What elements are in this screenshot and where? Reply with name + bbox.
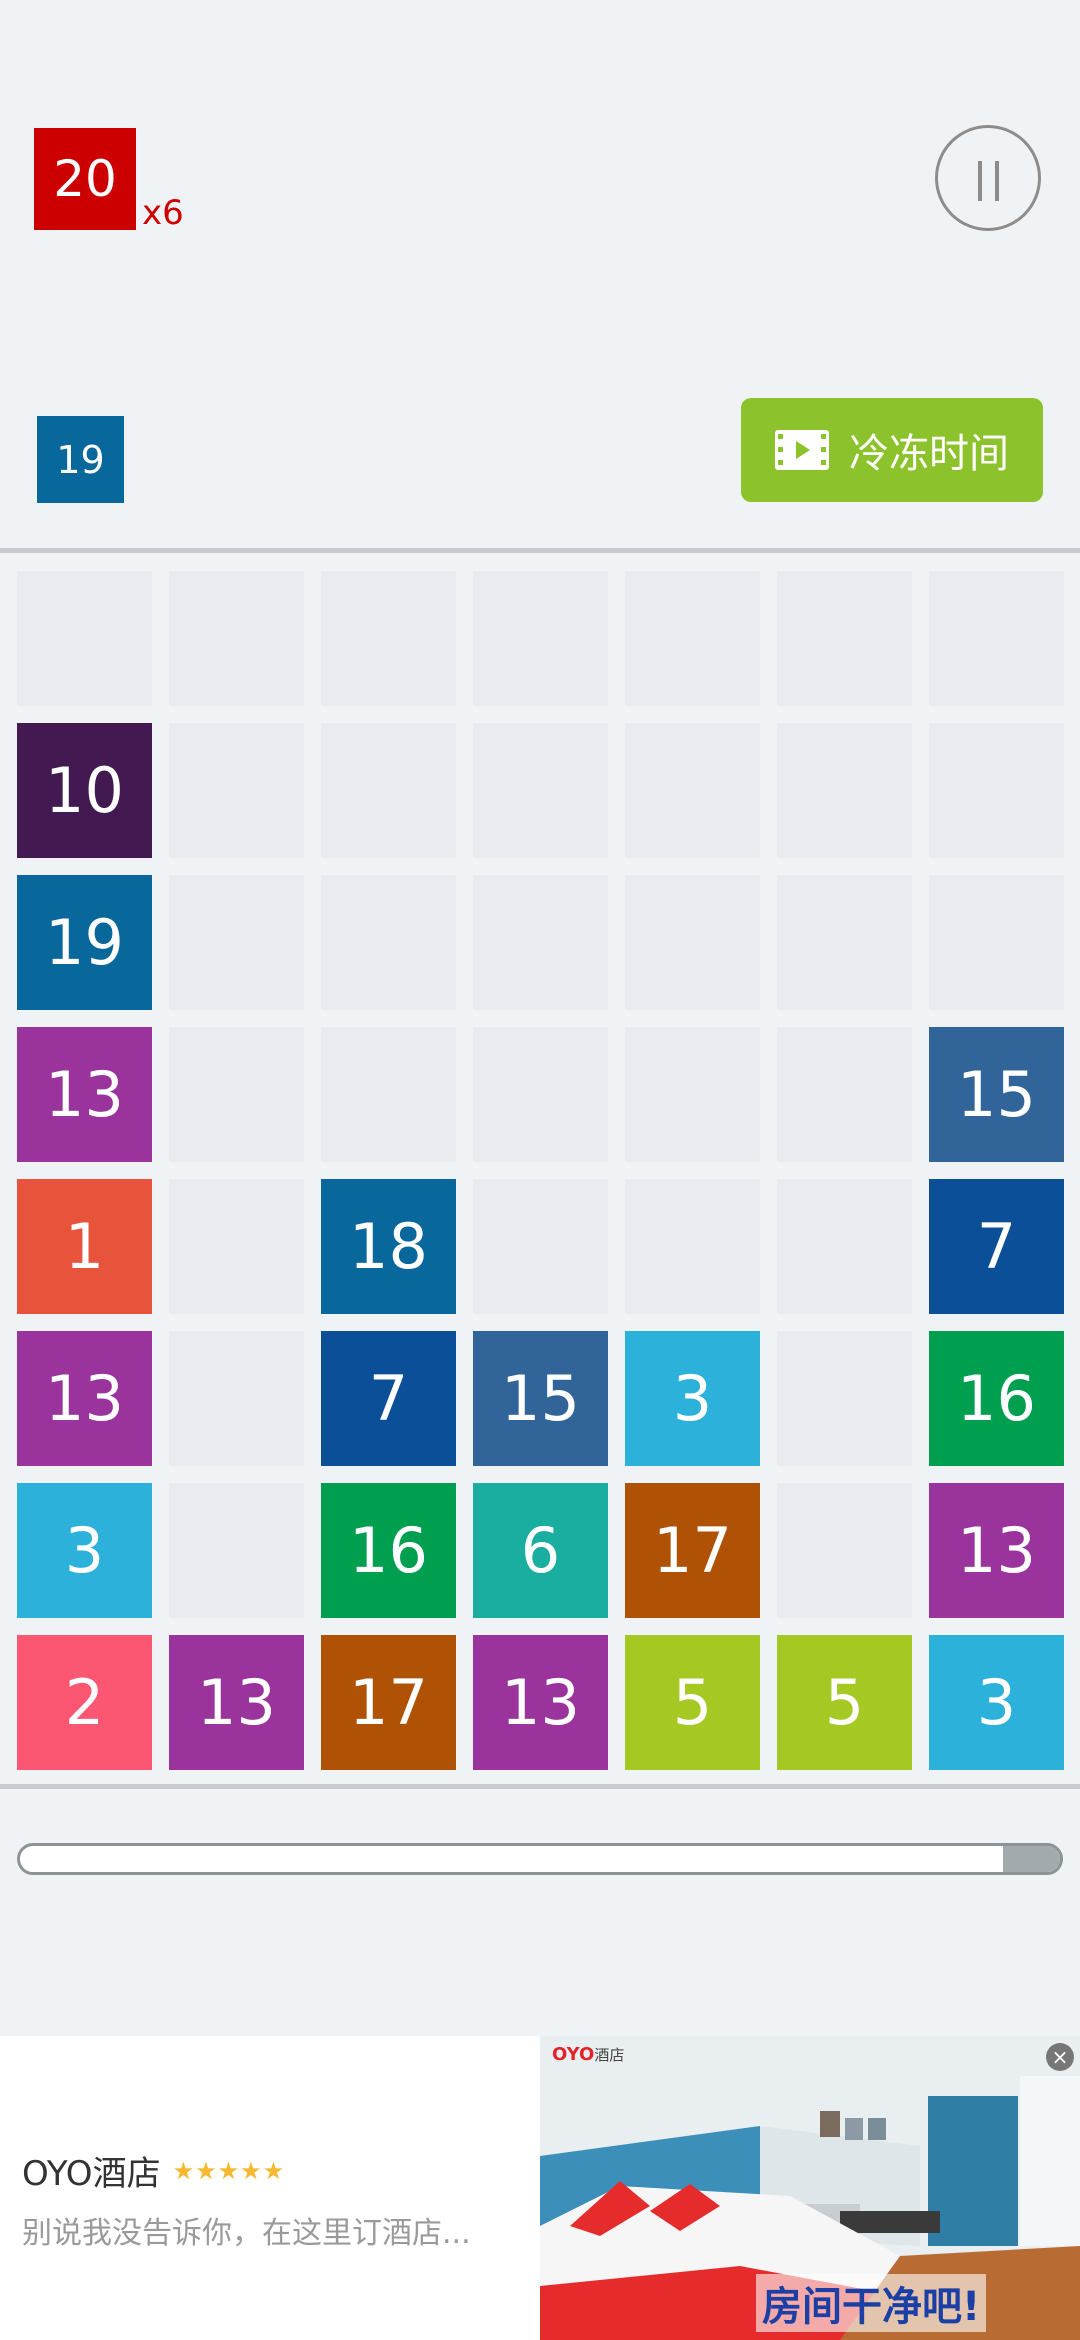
empty-cell[interactable] xyxy=(625,1027,760,1162)
empty-cell[interactable] xyxy=(169,1331,304,1466)
ad-banner[interactable]: OYO酒店 ★★★★★ 别说我没告诉你，在这里订酒店... OYO酒店 房间干净… xyxy=(0,2036,1080,2340)
empty-cell[interactable] xyxy=(777,1331,912,1466)
empty-cell[interactable] xyxy=(473,571,608,706)
number-tile[interactable]: 18 xyxy=(321,1179,456,1314)
number-tile[interactable]: 16 xyxy=(929,1331,1064,1466)
film-icon xyxy=(775,430,829,470)
ad-image[interactable]: OYO酒店 房间干净吧! xyxy=(540,2036,1080,2340)
number-tile[interactable]: 16 xyxy=(321,1483,456,1618)
number-tile[interactable]: 13 xyxy=(17,1331,152,1466)
number-tile[interactable]: 5 xyxy=(625,1635,760,1770)
empty-cell[interactable] xyxy=(17,571,152,706)
empty-cell[interactable] xyxy=(169,571,304,706)
target-tile: 20 xyxy=(34,128,136,230)
number-tile[interactable]: 13 xyxy=(17,1027,152,1162)
number-tile[interactable]: 2 xyxy=(17,1635,152,1770)
empty-cell[interactable] xyxy=(169,1027,304,1162)
ad-slogan: 房间干净吧! xyxy=(756,2274,987,2332)
ad-title-row: OYO酒店 ★★★★★ xyxy=(22,2146,285,2195)
freeze-time-label: 冷冻时间 xyxy=(849,431,1009,477)
pause-icon-bar xyxy=(995,161,999,201)
number-tile[interactable]: 17 xyxy=(625,1483,760,1618)
empty-cell[interactable] xyxy=(625,1179,760,1314)
next-tile: 19 xyxy=(37,416,124,503)
number-tile[interactable]: 7 xyxy=(321,1331,456,1466)
empty-cell[interactable] xyxy=(321,875,456,1010)
target-multiplier: x6 xyxy=(142,193,184,233)
empty-cell[interactable] xyxy=(473,1179,608,1314)
rating-stars-icon: ★★★★★ xyxy=(172,2156,286,2185)
number-tile[interactable]: 10 xyxy=(17,723,152,858)
empty-cell[interactable] xyxy=(473,1027,608,1162)
board-top-divider xyxy=(0,548,1080,553)
number-tile[interactable]: 15 xyxy=(929,1027,1064,1162)
empty-cell[interactable] xyxy=(777,875,912,1010)
empty-cell[interactable] xyxy=(777,1483,912,1618)
freeze-time-button[interactable]: 冷冻时间 xyxy=(741,398,1043,502)
empty-cell[interactable] xyxy=(169,1483,304,1618)
empty-cell[interactable] xyxy=(777,571,912,706)
number-tile[interactable]: 6 xyxy=(473,1483,608,1618)
empty-cell[interactable] xyxy=(473,723,608,858)
number-tile[interactable]: 1 xyxy=(17,1179,152,1314)
board-bottom-divider xyxy=(0,1784,1080,1789)
empty-cell[interactable] xyxy=(929,875,1064,1010)
empty-cell[interactable] xyxy=(473,875,608,1010)
number-tile[interactable]: 17 xyxy=(321,1635,456,1770)
empty-cell[interactable] xyxy=(169,723,304,858)
empty-cell[interactable] xyxy=(321,723,456,858)
number-tile[interactable]: 15 xyxy=(473,1331,608,1466)
number-tile[interactable]: 3 xyxy=(17,1483,152,1618)
empty-cell[interactable] xyxy=(169,875,304,1010)
ad-brand-logo: OYO酒店 xyxy=(552,2044,625,2065)
empty-cell[interactable] xyxy=(777,1179,912,1314)
empty-cell[interactable] xyxy=(625,723,760,858)
number-tile[interactable]: 3 xyxy=(625,1331,760,1466)
empty-cell[interactable] xyxy=(321,571,456,706)
time-progress-bar xyxy=(17,1843,1063,1875)
number-tile[interactable]: 7 xyxy=(929,1179,1064,1314)
pause-button[interactable] xyxy=(935,125,1041,231)
ad-description: 别说我没告诉你，在这里订酒店... xyxy=(22,2216,471,2251)
empty-cell[interactable] xyxy=(625,875,760,1010)
number-tile[interactable]: 5 xyxy=(777,1635,912,1770)
pause-icon xyxy=(978,161,982,201)
number-tile[interactable]: 19 xyxy=(17,875,152,1010)
ad-title: OYO酒店 xyxy=(22,2154,161,2194)
close-icon[interactable]: × xyxy=(1046,2043,1074,2071)
number-tile[interactable]: 13 xyxy=(169,1635,304,1770)
empty-cell[interactable] xyxy=(169,1179,304,1314)
time-progress-fill xyxy=(1002,1846,1060,1872)
empty-cell[interactable] xyxy=(929,571,1064,706)
number-tile[interactable]: 3 xyxy=(929,1635,1064,1770)
game-board: 10 19 13 15 1 18 7 13 7 15 3 16 3 16 6 17 13 2 13 17 13 5 5 3 xyxy=(0,0,1080,2340)
number-tile[interactable]: 13 xyxy=(929,1483,1064,1618)
empty-cell[interactable] xyxy=(929,723,1064,858)
empty-cell[interactable] xyxy=(625,571,760,706)
empty-cell[interactable] xyxy=(777,1027,912,1162)
empty-cell[interactable] xyxy=(321,1027,456,1162)
empty-cell[interactable] xyxy=(777,723,912,858)
number-tile[interactable]: 13 xyxy=(473,1635,608,1770)
